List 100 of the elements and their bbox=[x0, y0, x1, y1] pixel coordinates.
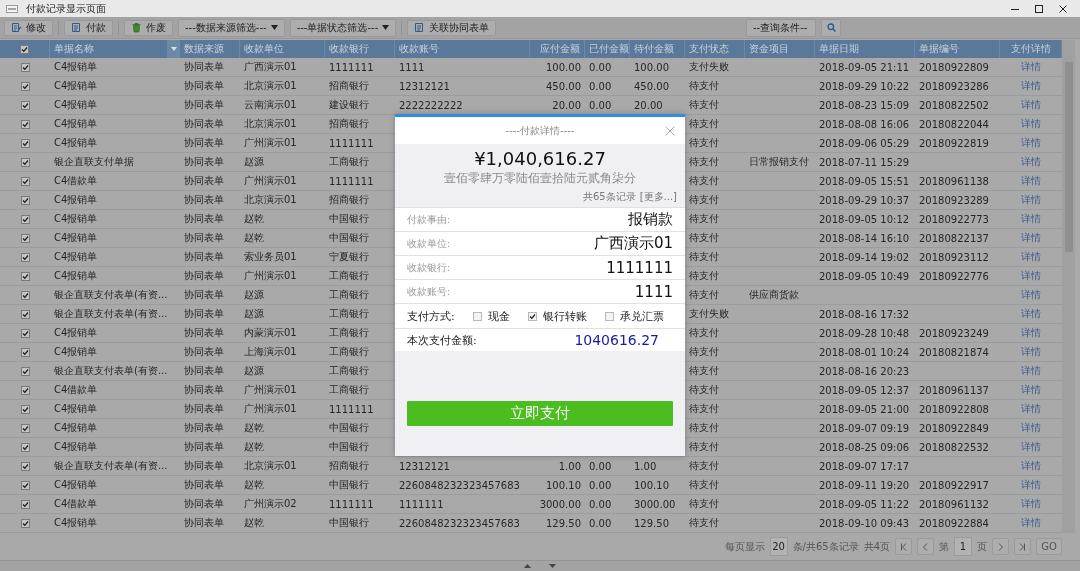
detail-link[interactable]: 详情 bbox=[1021, 497, 1041, 511]
checkbox[interactable] bbox=[20, 480, 30, 490]
detail-link[interactable]: 详情 bbox=[1021, 250, 1041, 264]
close-icon[interactable] bbox=[1058, 3, 1068, 14]
table-cell: C4借款单 bbox=[54, 174, 98, 188]
delete-button[interactable]: 作废 bbox=[124, 19, 173, 36]
checkbox[interactable] bbox=[20, 195, 30, 205]
page-size-field[interactable]: 20 bbox=[769, 537, 788, 556]
detail-link[interactable]: 详情 bbox=[1021, 459, 1041, 473]
table-cell: 129.50 bbox=[546, 517, 581, 529]
detail-link[interactable]: 详情 bbox=[1021, 345, 1041, 359]
detail-link[interactable]: 详情 bbox=[1021, 440, 1041, 454]
checkbox[interactable] bbox=[20, 499, 30, 509]
table-cell: 2018-09-05 12:37 bbox=[819, 384, 910, 396]
detail-link[interactable]: 详情 bbox=[1021, 117, 1041, 131]
filter-dropdown[interactable]: ---单据状态筛选--- bbox=[289, 18, 397, 37]
filter-dropdown[interactable]: ---数据来源筛选--- bbox=[178, 18, 285, 37]
checkbox[interactable] bbox=[20, 328, 30, 338]
checkbox[interactable] bbox=[604, 311, 614, 321]
table-cell: 内蒙演示01 bbox=[244, 326, 297, 340]
table-cell: 银企直联支付表单(有资... bbox=[54, 288, 168, 302]
detail-link[interactable]: 详情 bbox=[1021, 155, 1041, 169]
checkbox[interactable] bbox=[20, 442, 30, 452]
checkbox[interactable] bbox=[20, 119, 30, 129]
detail-link[interactable]: 详情 bbox=[1021, 364, 1041, 378]
checkbox[interactable] bbox=[20, 44, 29, 54]
checkbox[interactable] bbox=[20, 100, 30, 110]
checkbox[interactable] bbox=[20, 290, 30, 300]
table-cell: 待支付 bbox=[689, 136, 719, 150]
detail-link[interactable]: 详情 bbox=[1021, 421, 1041, 435]
checkbox[interactable] bbox=[20, 385, 30, 395]
checkbox[interactable] bbox=[20, 271, 30, 281]
checkbox[interactable] bbox=[20, 214, 30, 224]
detail-link[interactable]: 详情 bbox=[1021, 174, 1041, 188]
checkbox[interactable] bbox=[20, 176, 30, 186]
detail-link[interactable]: 详情 bbox=[1021, 288, 1041, 302]
checkbox[interactable] bbox=[20, 404, 30, 414]
checkbox[interactable] bbox=[20, 252, 30, 262]
table-cell: 待支付 bbox=[689, 345, 719, 359]
table-cell: 2018-07-11 15:29 bbox=[819, 156, 910, 168]
expand-icon[interactable] bbox=[549, 564, 556, 568]
page-number-field[interactable]: 1 bbox=[954, 537, 972, 556]
toolbar-button[interactable]: 关联协同表单 bbox=[407, 19, 497, 36]
maximize-icon[interactable] bbox=[1034, 3, 1044, 14]
detail-link[interactable]: 详情 bbox=[1021, 193, 1041, 207]
toolbar-button[interactable]: 修改 bbox=[4, 19, 53, 36]
detail-link[interactable]: 详情 bbox=[1021, 516, 1041, 530]
detail-link[interactable]: 详情 bbox=[1021, 478, 1041, 492]
table-cell: 2018-09-14 19:02 bbox=[819, 251, 910, 263]
search-icon bbox=[826, 23, 836, 32]
collapse-icon[interactable] bbox=[524, 564, 531, 568]
detail-link[interactable]: 详情 bbox=[1021, 269, 1041, 283]
table-cell: 20180922819 bbox=[919, 137, 989, 149]
checkbox[interactable] bbox=[20, 423, 30, 433]
checkbox[interactable] bbox=[20, 366, 30, 376]
table-cell: 2018-08-23 15:09 bbox=[819, 99, 910, 111]
detail-link[interactable]: 详情 bbox=[1021, 307, 1041, 321]
table-cell: 支付失败 bbox=[689, 307, 729, 321]
more-link[interactable]: [更多...] bbox=[639, 190, 677, 204]
checkbox[interactable] bbox=[20, 138, 30, 148]
checkbox[interactable] bbox=[20, 233, 30, 243]
table-cell: 支付失败 bbox=[689, 60, 729, 74]
table-cell: 2018-09-11 19:20 bbox=[819, 479, 910, 491]
field-label: 收款账号: bbox=[407, 284, 451, 299]
field-value: 报销款 bbox=[628, 210, 673, 229]
table-cell: 协同表单 bbox=[184, 440, 224, 454]
pay-now-button[interactable]: 立即支付 bbox=[407, 401, 673, 426]
checkbox[interactable] bbox=[20, 461, 30, 471]
detail-link[interactable]: 详情 bbox=[1021, 136, 1041, 150]
scrollbar[interactable] bbox=[1062, 40, 1075, 533]
detail-link[interactable]: 详情 bbox=[1021, 79, 1041, 93]
detail-link[interactable]: 详情 bbox=[1021, 98, 1041, 112]
checkbox[interactable] bbox=[20, 157, 30, 167]
table-cell: 协同表单 bbox=[184, 250, 224, 264]
go-button[interactable]: GO bbox=[1036, 538, 1062, 555]
table-cell: 2018-08-01 10:24 bbox=[819, 346, 910, 358]
query-dropdown[interactable]: --查询条件-- bbox=[746, 18, 816, 37]
detail-link[interactable]: 详情 bbox=[1021, 60, 1041, 74]
table-cell: 工商银行 bbox=[329, 288, 369, 302]
search-button[interactable] bbox=[821, 18, 841, 37]
detail-link[interactable]: 详情 bbox=[1021, 231, 1041, 245]
checkbox[interactable] bbox=[20, 518, 30, 528]
checkbox[interactable] bbox=[20, 347, 30, 357]
field-value: 1111 bbox=[634, 282, 673, 301]
table-cell: 待支付 bbox=[689, 440, 719, 454]
checkbox[interactable] bbox=[20, 62, 30, 72]
detail-link[interactable]: 详情 bbox=[1021, 212, 1041, 226]
checkbox[interactable] bbox=[20, 81, 30, 91]
detail-link[interactable]: 详情 bbox=[1021, 402, 1041, 416]
trash-icon bbox=[131, 22, 142, 33]
toolbar-button[interactable]: 付款 bbox=[64, 19, 113, 36]
table-cell: 广西演示01 bbox=[244, 60, 297, 74]
detail-link[interactable]: 详情 bbox=[1021, 326, 1041, 340]
checkbox[interactable] bbox=[527, 311, 537, 321]
detail-link[interactable]: 详情 bbox=[1021, 383, 1041, 397]
checkbox[interactable] bbox=[20, 309, 30, 319]
checkbox[interactable] bbox=[472, 311, 482, 321]
table-cell: 20180923289 bbox=[919, 194, 989, 206]
sort-menu-button[interactable] bbox=[168, 40, 180, 58]
table-cell: 银企直联支付单据 bbox=[54, 155, 134, 169]
